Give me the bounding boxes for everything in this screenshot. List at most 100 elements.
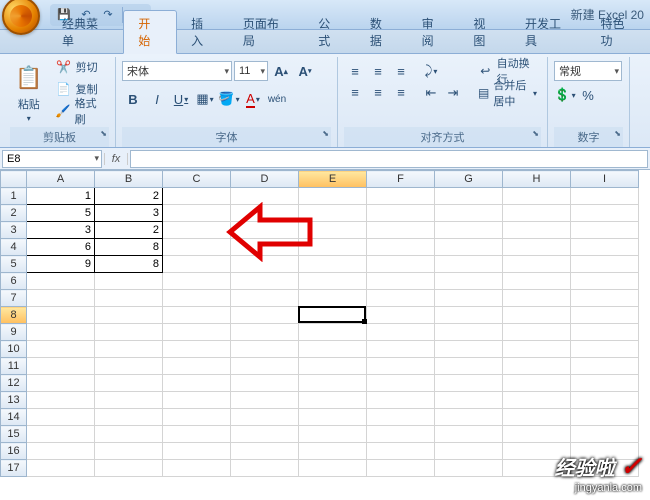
row-header[interactable]: 2 bbox=[1, 205, 27, 222]
cell[interactable] bbox=[435, 341, 503, 358]
cell[interactable] bbox=[435, 443, 503, 460]
font-name-combo[interactable]: 宋体 bbox=[122, 61, 232, 81]
cell[interactable] bbox=[435, 222, 503, 239]
cell[interactable] bbox=[503, 426, 571, 443]
office-button[interactable] bbox=[2, 0, 40, 35]
row-header[interactable]: 9 bbox=[1, 324, 27, 341]
cell[interactable] bbox=[435, 358, 503, 375]
cell[interactable] bbox=[367, 324, 435, 341]
cell[interactable] bbox=[571, 273, 639, 290]
cell[interactable] bbox=[231, 222, 299, 239]
cell[interactable] bbox=[299, 188, 367, 205]
cell[interactable] bbox=[27, 443, 95, 460]
cell[interactable]: 3 bbox=[95, 205, 163, 222]
cell[interactable] bbox=[95, 290, 163, 307]
cell[interactable]: 3 bbox=[27, 222, 95, 239]
tab-formula[interactable]: 公式 bbox=[304, 11, 356, 53]
paste-button[interactable]: 📋 粘贴 ▾ bbox=[10, 57, 48, 127]
cell[interactable] bbox=[435, 239, 503, 256]
cell[interactable] bbox=[95, 375, 163, 392]
cell[interactable] bbox=[27, 358, 95, 375]
cell[interactable] bbox=[367, 188, 435, 205]
cell[interactable] bbox=[435, 392, 503, 409]
row-header[interactable]: 16 bbox=[1, 443, 27, 460]
cell[interactable] bbox=[503, 392, 571, 409]
column-header[interactable]: I bbox=[571, 171, 639, 188]
cell[interactable] bbox=[299, 307, 367, 324]
cell[interactable]: 5 bbox=[27, 205, 95, 222]
cell[interactable]: 8 bbox=[95, 239, 163, 256]
cell[interactable] bbox=[163, 273, 231, 290]
row-header[interactable]: 17 bbox=[1, 460, 27, 477]
cell[interactable] bbox=[367, 290, 435, 307]
cell[interactable] bbox=[27, 341, 95, 358]
cell[interactable] bbox=[571, 324, 639, 341]
currency-button[interactable]: 💲 bbox=[554, 85, 576, 105]
border-button[interactable]: ▦ bbox=[194, 89, 216, 109]
cell[interactable] bbox=[299, 460, 367, 477]
cell[interactable] bbox=[435, 188, 503, 205]
column-header[interactable]: B bbox=[95, 171, 163, 188]
cell[interactable] bbox=[27, 426, 95, 443]
cell[interactable] bbox=[231, 273, 299, 290]
cell[interactable] bbox=[571, 205, 639, 222]
cut-button[interactable]: ✂️ 剪切 bbox=[52, 57, 109, 77]
cell[interactable] bbox=[95, 341, 163, 358]
cell[interactable] bbox=[435, 273, 503, 290]
cell[interactable] bbox=[299, 256, 367, 273]
cell[interactable] bbox=[367, 426, 435, 443]
format-painter-button[interactable]: 🖌️ 格式刷 bbox=[52, 101, 109, 121]
cell[interactable] bbox=[571, 256, 639, 273]
cell[interactable] bbox=[163, 341, 231, 358]
tab-classic[interactable]: 经典菜单 bbox=[48, 11, 123, 53]
align-middle-icon[interactable]: ≡ bbox=[367, 61, 389, 81]
cell[interactable] bbox=[299, 324, 367, 341]
cell[interactable] bbox=[27, 409, 95, 426]
row-header[interactable]: 6 bbox=[1, 273, 27, 290]
cell[interactable] bbox=[231, 188, 299, 205]
tab-layout[interactable]: 页面布局 bbox=[229, 11, 304, 53]
cell[interactable] bbox=[163, 392, 231, 409]
cell[interactable] bbox=[503, 188, 571, 205]
cell[interactable] bbox=[95, 358, 163, 375]
cell[interactable] bbox=[95, 324, 163, 341]
row-header[interactable]: 3 bbox=[1, 222, 27, 239]
cell[interactable] bbox=[571, 222, 639, 239]
cell[interactable] bbox=[571, 426, 639, 443]
fx-button[interactable]: fx bbox=[104, 153, 128, 165]
cell[interactable]: 8 bbox=[95, 256, 163, 273]
column-header[interactable]: F bbox=[367, 171, 435, 188]
cell[interactable] bbox=[299, 409, 367, 426]
cell[interactable] bbox=[163, 324, 231, 341]
column-header[interactable]: C bbox=[163, 171, 231, 188]
cell[interactable] bbox=[503, 307, 571, 324]
cell[interactable] bbox=[503, 256, 571, 273]
row-header[interactable]: 11 bbox=[1, 358, 27, 375]
cell[interactable] bbox=[27, 273, 95, 290]
decrease-font-icon[interactable]: A▾ bbox=[294, 61, 316, 81]
cell[interactable] bbox=[503, 409, 571, 426]
merge-center-button[interactable]: ▤ 合并后居中 ▾ bbox=[474, 83, 541, 103]
cell[interactable] bbox=[367, 443, 435, 460]
cell[interactable] bbox=[503, 205, 571, 222]
tab-review[interactable]: 审阅 bbox=[408, 11, 460, 53]
cell[interactable] bbox=[231, 460, 299, 477]
cell[interactable] bbox=[299, 358, 367, 375]
cell[interactable] bbox=[163, 290, 231, 307]
cell[interactable] bbox=[435, 460, 503, 477]
cell[interactable] bbox=[163, 222, 231, 239]
cell[interactable] bbox=[503, 239, 571, 256]
cell[interactable] bbox=[163, 460, 231, 477]
fill-color-button[interactable]: 🪣 bbox=[218, 89, 240, 109]
cell[interactable] bbox=[95, 307, 163, 324]
tab-insert[interactable]: 插入 bbox=[177, 11, 229, 53]
cell[interactable] bbox=[231, 392, 299, 409]
increase-indent-icon[interactable]: ⇥ bbox=[442, 83, 464, 103]
row-header[interactable]: 10 bbox=[1, 341, 27, 358]
column-header[interactable]: E bbox=[299, 171, 367, 188]
row-header[interactable]: 8 bbox=[1, 307, 27, 324]
cell[interactable] bbox=[231, 358, 299, 375]
cell[interactable] bbox=[367, 358, 435, 375]
cell[interactable] bbox=[163, 205, 231, 222]
cell[interactable] bbox=[299, 205, 367, 222]
